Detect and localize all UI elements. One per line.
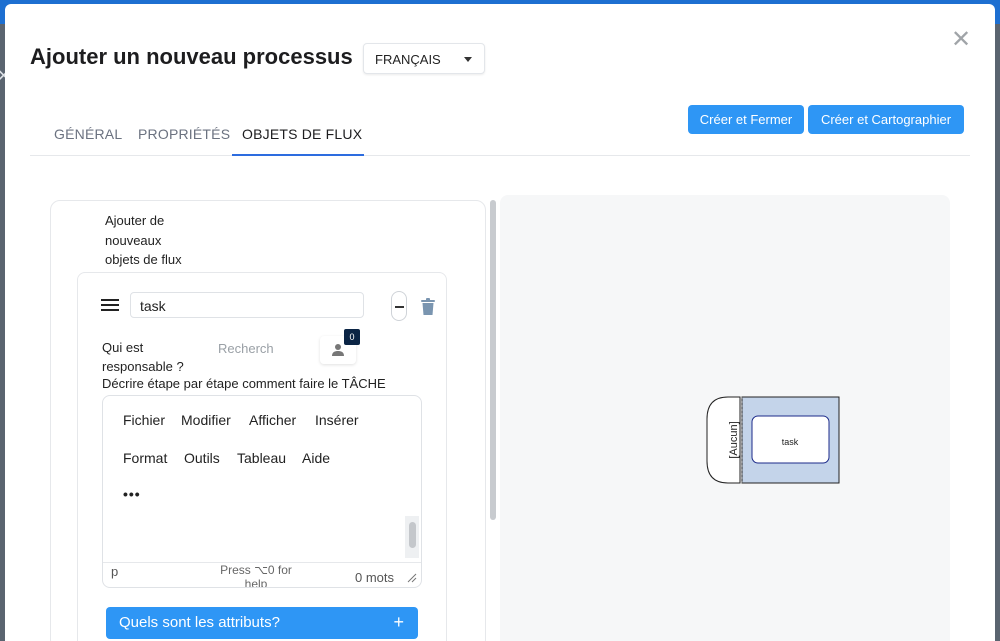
flow-object-card: task Qui est responsable ? Recherch 0 Dé…: [77, 272, 447, 641]
attributes-button[interactable]: Quels sont les attributs? +: [106, 607, 418, 639]
flow-objects-panel: Ajouter de nouveaux objets de flux task …: [50, 200, 486, 641]
menu-tools[interactable]: Outils: [184, 450, 220, 466]
help-hint: Press ⌥0 for help: [220, 563, 292, 588]
close-icon[interactable]: ✕: [951, 28, 971, 52]
diagram-canvas: [Aucun] task: [500, 195, 950, 641]
editor-status-bar: p Press ⌥0 for help 0 mots: [103, 562, 421, 588]
menu-file[interactable]: Fichier: [123, 412, 165, 428]
language-select-value: FRANÇAIS: [375, 52, 441, 67]
tab-bar: GÉNÉRAL PROPRIÉTÉS OBJETS DE FLUX: [30, 120, 970, 156]
responsible-label: Qui est responsable ?: [102, 340, 184, 374]
menu-edit[interactable]: Modifier: [181, 412, 231, 428]
process-diagram: [Aucun] task: [706, 396, 840, 484]
editor-scrollbar-thumb[interactable]: [409, 522, 416, 548]
resize-handle-icon[interactable]: [407, 573, 417, 583]
menu-help[interactable]: Aide: [302, 450, 330, 466]
collapse-button[interactable]: [391, 291, 407, 321]
language-select[interactable]: FRANÇAIS: [363, 43, 485, 74]
describe-steps-label: Décrire étape par étape comment faire le…: [102, 376, 386, 391]
rich-text-editor: Fichier Modifier Afficher Insérer Format…: [102, 395, 422, 588]
menu-format[interactable]: Format: [123, 450, 167, 466]
drag-handle-icon[interactable]: [101, 299, 119, 314]
task-node-label: task: [782, 437, 799, 447]
tab-flow-objects[interactable]: OBJETS DE FLUX: [242, 126, 362, 142]
tab-general[interactable]: GÉNÉRAL: [54, 126, 122, 142]
panel-scrollbar[interactable]: [490, 200, 496, 520]
menu-view[interactable]: Afficher: [249, 412, 296, 428]
responsible-search-input[interactable]: Recherch: [218, 341, 276, 356]
active-tab-indicator: [232, 154, 364, 156]
modal-title: Ajouter un nouveau processus: [30, 44, 353, 69]
tab-properties[interactable]: PROPRIÉTÉS: [138, 126, 230, 142]
word-count: 0 mots: [355, 570, 395, 585]
more-menu-button[interactable]: •••: [123, 486, 141, 502]
flow-object-name-input[interactable]: task: [130, 292, 364, 318]
add-flow-objects-label: Ajouter de nouveaux objets de flux: [105, 213, 182, 267]
plus-icon: +: [393, 612, 404, 632]
swimlane-label: [Aucun]: [728, 421, 740, 458]
menu-insert[interactable]: Insérer: [315, 412, 359, 428]
attributes-button-label: Quels sont les attributs?: [119, 614, 280, 631]
menu-table[interactable]: Tableau: [237, 450, 286, 466]
element-path[interactable]: p: [111, 564, 118, 579]
caret-down-icon: [464, 57, 472, 62]
user-count-badge: 0: [344, 329, 360, 345]
trash-icon[interactable]: [420, 298, 436, 316]
user-icon: [332, 344, 344, 356]
